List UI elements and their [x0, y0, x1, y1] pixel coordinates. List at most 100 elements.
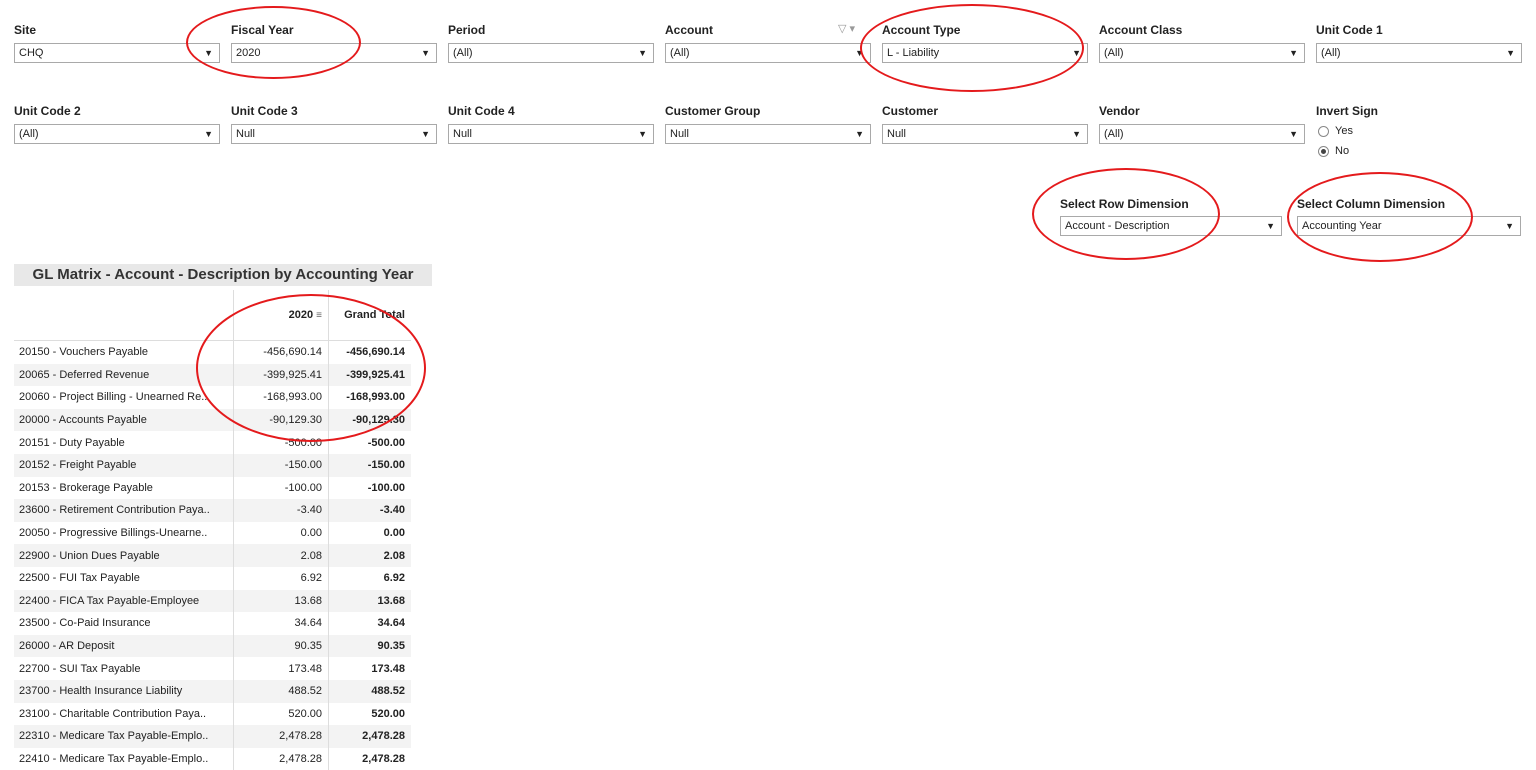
- year-value-cell: 6.92: [233, 566, 329, 590]
- select-value: Null: [453, 128, 472, 140]
- matrix-title: GL Matrix - Account - Description by Acc…: [14, 264, 432, 286]
- filter-account-class: Account Class (All) ▼: [1099, 22, 1305, 63]
- table-row[interactable]: 22900 - Union Dues Payable 2.08 2.08: [14, 544, 411, 567]
- table-row[interactable]: 22410 - Medicare Tax Payable-Emplo.. 2,47…: [14, 747, 411, 770]
- filter-label: Customer Group: [665, 104, 761, 118]
- funnel-filter-icon[interactable]: ▽ ▾: [838, 22, 855, 35]
- select-value: Null: [670, 128, 689, 140]
- radio-label: No: [1335, 145, 1350, 157]
- table-row[interactable]: 23600 - Retirement Contribution Paya.. -3…: [14, 499, 411, 522]
- unit-code-4-select[interactable]: Null ▼: [448, 124, 654, 144]
- filter-label: Unit Code 3: [231, 104, 298, 118]
- radio-selected-icon: [1318, 145, 1329, 157]
- year-value-cell: 2,478.28: [233, 725, 329, 748]
- row-label-cell: 22310 - Medicare Tax Payable-Emplo..: [14, 725, 234, 748]
- year-value-cell: 13.68: [233, 589, 329, 613]
- table-row[interactable]: 23100 - Charitable Contribution Paya.. 52…: [14, 702, 411, 726]
- table-row[interactable]: 23500 - Co-Paid Insurance 34.64 34.64: [14, 612, 411, 635]
- highlight-matrix-values: [196, 294, 426, 442]
- dropdown-arrow-icon: ▼: [855, 129, 864, 139]
- select-value: (All): [1104, 47, 1124, 59]
- row-label-cell: 26000 - AR Deposit: [14, 634, 234, 658]
- customer-group-select[interactable]: Null ▼: [665, 124, 871, 144]
- select-value: (All): [1321, 47, 1341, 59]
- filter-unit-code-4: Unit Code 4 Null ▼: [448, 103, 654, 144]
- row-label-cell: 22900 - Union Dues Payable: [14, 544, 234, 567]
- dropdown-arrow-icon: ▼: [421, 48, 430, 58]
- total-value-cell: 34.64: [328, 612, 411, 635]
- year-value-cell: 488.52: [233, 679, 329, 703]
- row-label-cell: 22400 - FICA Tax Payable-Employee: [14, 589, 234, 613]
- account-select[interactable]: (All) ▼: [665, 43, 871, 63]
- row-label-cell: 20050 - Progressive Billings-Unearne..: [19, 527, 208, 540]
- table-row[interactable]: 22310 - Medicare Tax Payable-Emplo.. 2,47…: [14, 725, 411, 748]
- row-label-cell: 23500 - Co-Paid Insurance: [19, 617, 151, 630]
- dropdown-arrow-icon: ▼: [1072, 129, 1081, 139]
- total-value-cell: 13.68: [328, 589, 411, 613]
- filter-label: Customer: [882, 104, 939, 118]
- filter-label: Unit Code 1: [1316, 23, 1383, 37]
- select-value: Null: [236, 128, 255, 140]
- highlight-account-type: [860, 4, 1084, 92]
- filter-unit-code-1: Unit Code 1 (All) ▼: [1316, 22, 1522, 63]
- invert-sign-no-radio[interactable]: No: [1316, 143, 1522, 159]
- table-row[interactable]: 26000 - AR Deposit 90.35 90.35: [14, 634, 411, 658]
- filter-label: Account Class: [1099, 23, 1183, 37]
- filter-customer: Customer Null ▼: [882, 103, 1088, 144]
- highlight-row-dimension: [1032, 168, 1220, 260]
- select-value: (All): [1104, 128, 1124, 140]
- filter-unit-code-3: Unit Code 3 Null ▼: [231, 103, 437, 144]
- total-value-cell: -3.40: [328, 499, 411, 522]
- filter-label: Unit Code 4: [448, 104, 515, 118]
- year-value-cell: -150.00: [233, 453, 329, 477]
- year-value-cell: 2,478.28: [233, 747, 329, 770]
- row-label-cell: 22700 - SUI Tax Payable: [19, 662, 141, 675]
- radio-label: Yes: [1335, 125, 1353, 137]
- total-value-cell: 0.00: [328, 521, 411, 545]
- filter-period: Period (All) ▼: [448, 22, 654, 63]
- table-row[interactable]: 22500 - FUI Tax Payable 6.92 6.92: [14, 566, 411, 590]
- select-value: (All): [670, 47, 690, 59]
- total-value-cell: 2,478.28: [328, 725, 411, 748]
- filter-label: Period: [448, 23, 486, 37]
- row-label-cell: 20153 - Brokerage Payable: [19, 481, 153, 494]
- table-row[interactable]: 20153 - Brokerage Payable -100.00 -100.00: [14, 476, 411, 500]
- total-value-cell: 520.00: [328, 702, 411, 726]
- year-value-cell: 34.64: [233, 612, 329, 635]
- filter-invert-sign: Invert Sign Yes No: [1316, 103, 1522, 159]
- select-value: (All): [19, 128, 39, 140]
- table-row[interactable]: 20152 - Freight Payable -150.00 -150.00: [14, 453, 411, 477]
- dropdown-arrow-icon: ▼: [638, 129, 647, 139]
- highlight-column-dimension: [1287, 172, 1473, 262]
- total-value-cell: 173.48: [328, 657, 411, 680]
- filter-unit-code-2: Unit Code 2 (All) ▼: [14, 103, 220, 144]
- total-value-cell: 2.08: [328, 544, 411, 567]
- dropdown-arrow-icon: ▼: [1266, 221, 1275, 231]
- dropdown-arrow-icon: ▼: [1289, 129, 1298, 139]
- row-label-cell: 20000 - Accounts Payable: [14, 408, 234, 432]
- row-label-cell: 20151 - Duty Payable: [19, 436, 125, 449]
- table-row[interactable]: 23700 - Health Insurance Liability 488.52…: [14, 679, 411, 703]
- customer-select[interactable]: Null ▼: [882, 124, 1088, 144]
- table-row[interactable]: 22400 - FICA Tax Payable-Employee 13.68 13…: [14, 589, 411, 613]
- total-value-cell: -150.00: [328, 453, 411, 477]
- vendor-select[interactable]: (All) ▼: [1099, 124, 1305, 144]
- table-row[interactable]: 20050 - Progressive Billings-Unearne.. 0.…: [14, 521, 411, 545]
- invert-sign-yes-radio[interactable]: Yes: [1316, 123, 1522, 139]
- filter-label: Vendor: [1099, 104, 1140, 118]
- unit-code-2-select[interactable]: (All) ▼: [14, 124, 220, 144]
- unit-code-3-select[interactable]: Null ▼: [231, 124, 437, 144]
- year-value-cell: 90.35: [233, 634, 329, 658]
- period-select[interactable]: (All) ▼: [448, 43, 654, 63]
- dropdown-arrow-icon: ▼: [1289, 48, 1298, 58]
- select-value: CHQ: [19, 47, 44, 59]
- total-value-cell: 6.92: [328, 566, 411, 590]
- filter-vendor: Vendor (All) ▼: [1099, 103, 1305, 144]
- dropdown-arrow-icon: ▼: [1506, 48, 1515, 58]
- filter-label: Unit Code 2: [14, 104, 81, 118]
- unit-code-1-select[interactable]: (All) ▼: [1316, 43, 1522, 63]
- account-class-select[interactable]: (All) ▼: [1099, 43, 1305, 63]
- dropdown-arrow-icon: ▼: [421, 129, 430, 139]
- table-row[interactable]: 22700 - SUI Tax Payable 173.48 173.48: [14, 657, 411, 680]
- year-value-cell: 520.00: [233, 702, 329, 726]
